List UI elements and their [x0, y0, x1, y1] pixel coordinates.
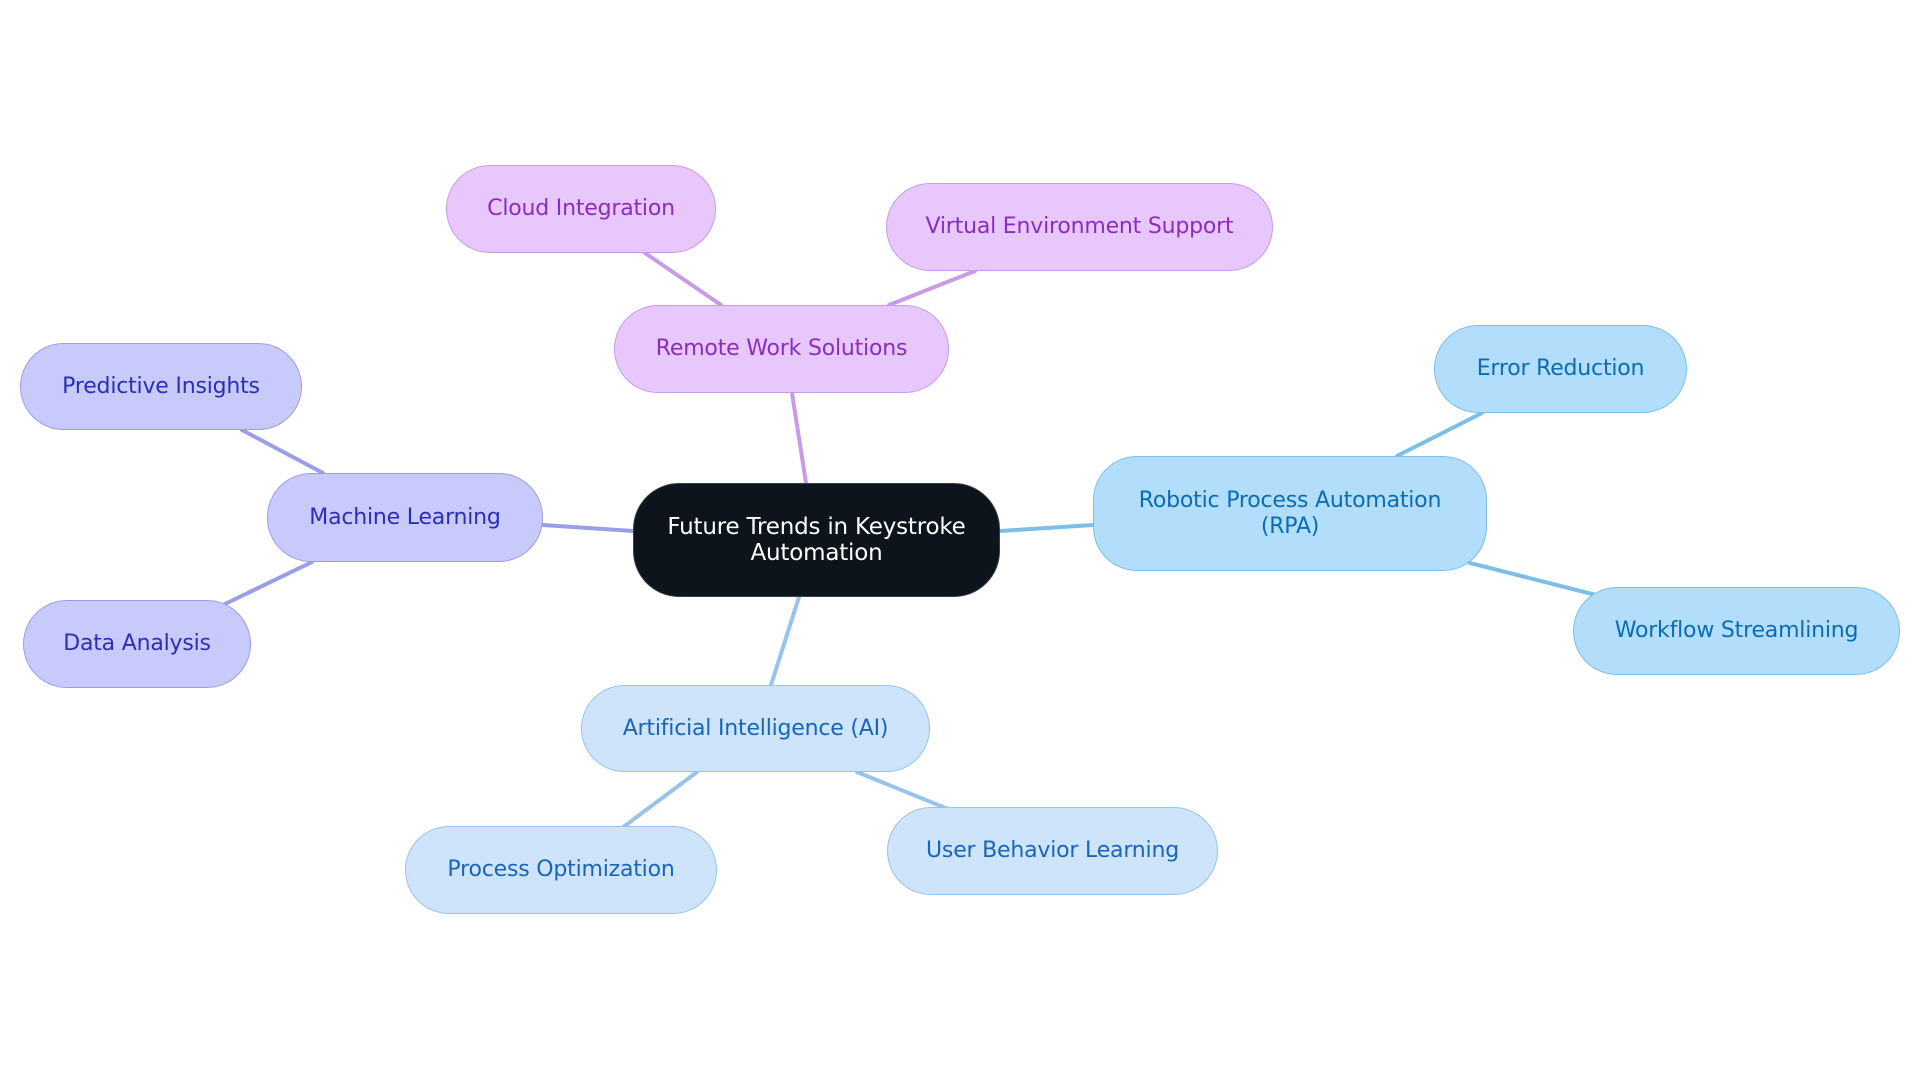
leaf-node-process-optimization[interactable]: Process Optimization — [405, 826, 717, 914]
edge-root-remote — [790, 391, 808, 485]
branch-node-rpa[interactable]: Robotic Process Automation (RPA) — [1093, 456, 1487, 571]
branch-node-label: Machine Learning — [309, 504, 501, 530]
leaf-node-cloud-integration[interactable]: Cloud Integration — [446, 165, 716, 253]
leaf-node-workflow-streamlining[interactable]: Workflow Streamlining — [1573, 587, 1900, 675]
edge-ml-predictive — [240, 428, 325, 475]
edge-remote-virtual — [887, 269, 977, 307]
leaf-node-label: Virtual Environment Support — [925, 214, 1234, 239]
leaf-node-data-analysis[interactable]: Data Analysis — [23, 600, 251, 688]
edge-rpa-error — [1395, 411, 1484, 458]
edge-remote-cloud — [643, 251, 723, 307]
branch-node-machine-learning[interactable]: Machine Learning — [267, 473, 543, 562]
root-node-label: Future Trends in Keystroke Automation — [667, 514, 966, 566]
edge-ai-user — [855, 770, 950, 811]
leaf-node-user-behavior-learning[interactable]: User Behavior Learning — [887, 807, 1218, 895]
leaf-node-predictive-insights[interactable]: Predictive Insights — [20, 343, 302, 430]
edge-ai-process — [620, 770, 699, 830]
leaf-node-label: Workflow Streamlining — [1614, 618, 1859, 643]
branch-node-label: Robotic Process Automation (RPA) — [1138, 487, 1442, 539]
branch-node-label: Artificial Intelligence (AI) — [622, 715, 889, 741]
branch-node-remote-work[interactable]: Remote Work Solutions — [614, 305, 949, 393]
branch-node-ai[interactable]: Artificial Intelligence (AI) — [581, 685, 930, 772]
leaf-node-label: Data Analysis — [63, 631, 211, 656]
leaf-node-label: Process Optimization — [447, 857, 675, 882]
leaf-node-label: User Behavior Learning — [926, 838, 1179, 863]
leaf-node-label: Cloud Integration — [487, 196, 675, 221]
edge-ml-data — [223, 560, 314, 606]
edge-root-ml — [541, 523, 635, 533]
branch-node-label: Remote Work Solutions — [655, 336, 908, 361]
edge-rpa-workflow — [1468, 561, 1602, 598]
leaf-node-error-reduction[interactable]: Error Reduction — [1434, 325, 1687, 413]
leaf-node-virtual-environment[interactable]: Virtual Environment Support — [886, 183, 1273, 271]
leaf-node-label: Predictive Insights — [62, 373, 260, 399]
leaf-node-label: Error Reduction — [1476, 356, 1645, 381]
edge-root-rpa — [998, 523, 1095, 533]
edge-root-ai — [769, 595, 801, 687]
root-node[interactable]: Future Trends in Keystroke Automation — [633, 483, 1000, 597]
